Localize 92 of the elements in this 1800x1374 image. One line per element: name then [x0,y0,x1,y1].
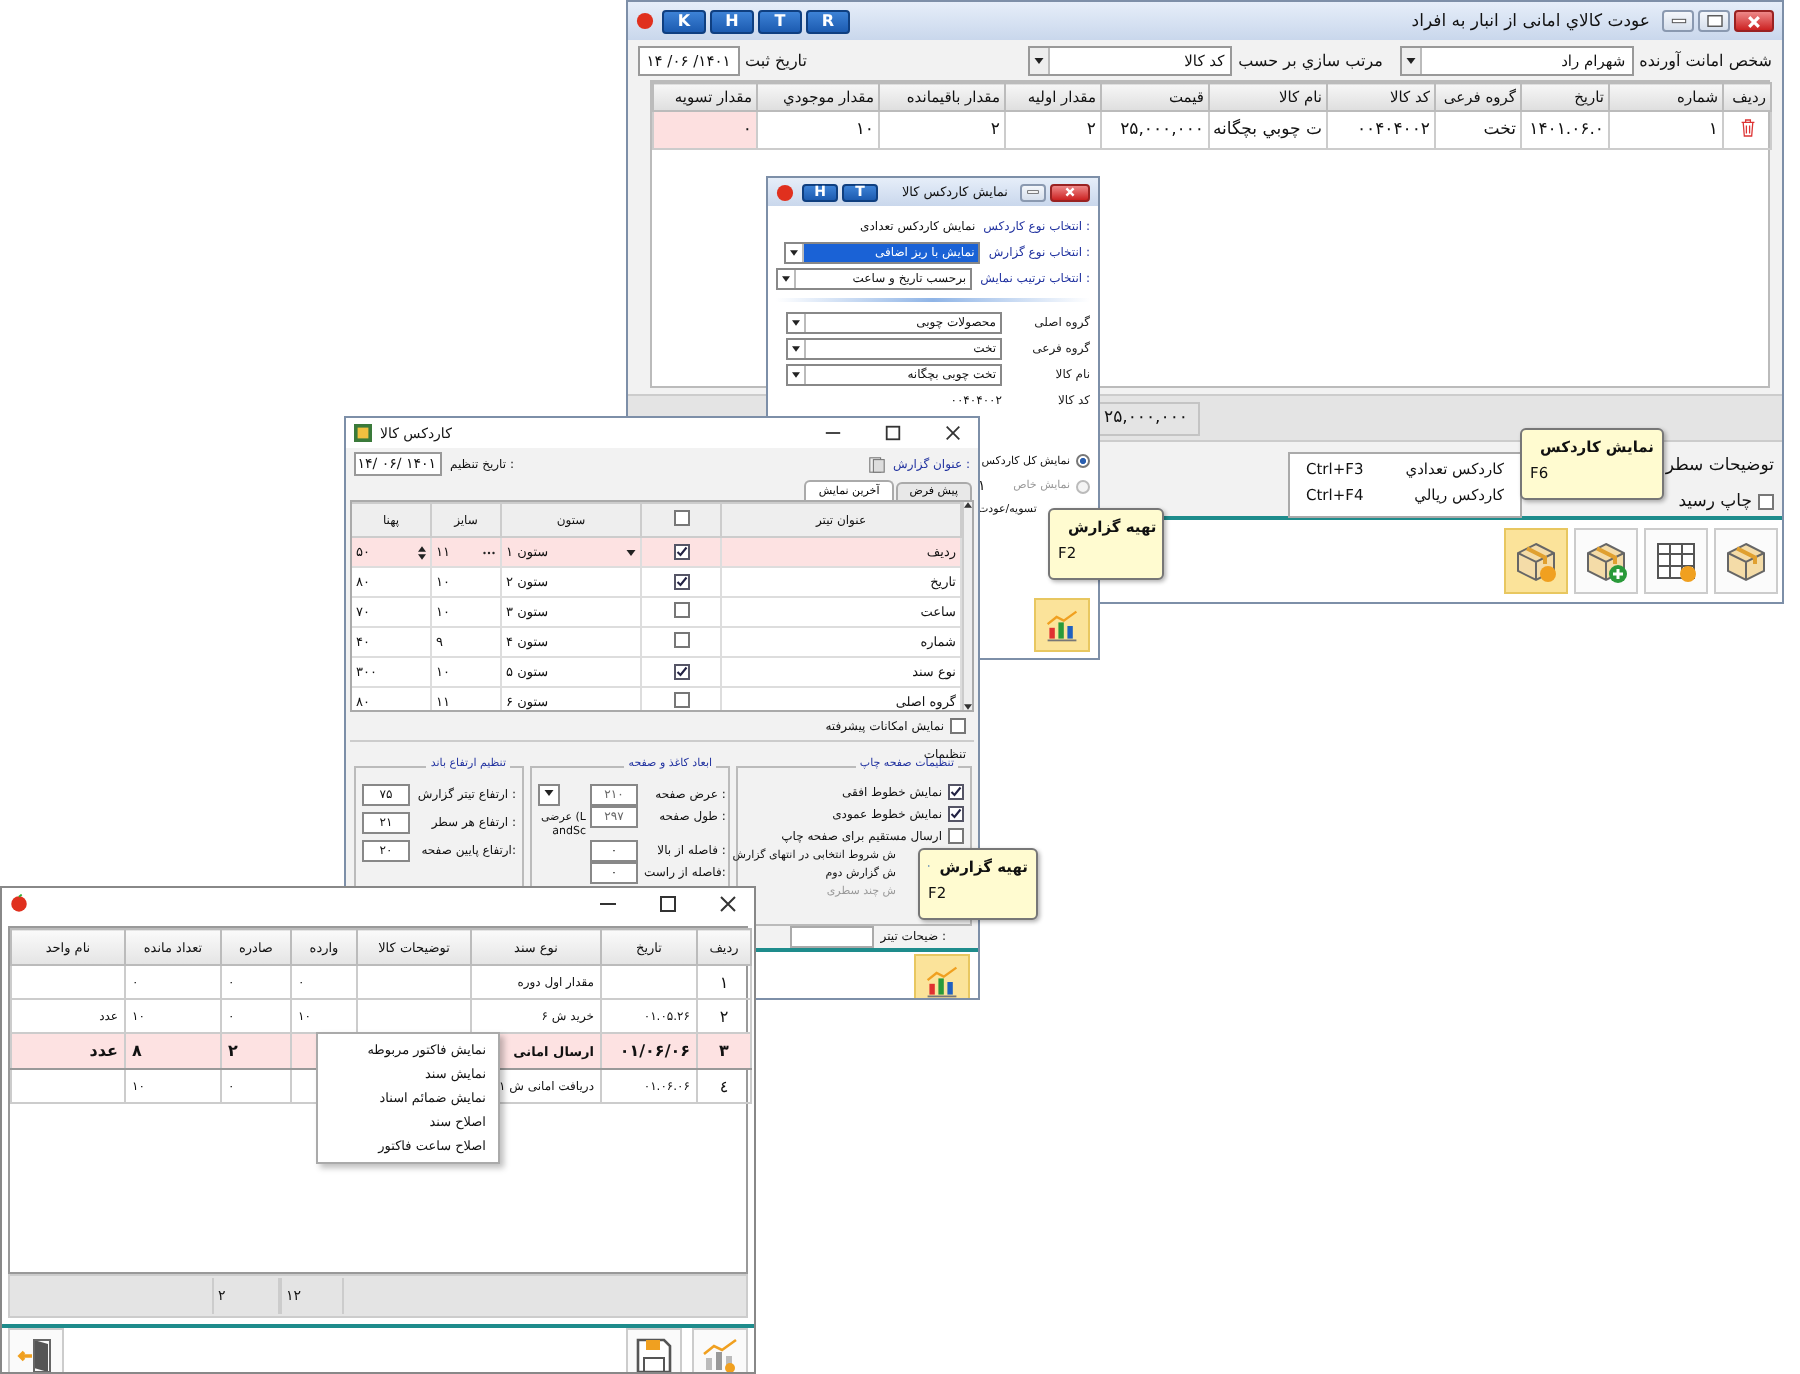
exit-button[interactable] [8,1328,64,1372]
table-cell: ت چوبي بچگانه [1209,111,1327,149]
field-label: توضیحات سطر [1665,456,1774,476]
toolbar-button[interactable] [1644,528,1708,594]
title-button[interactable]: R [806,9,850,33]
close-icon [718,893,738,913]
title-button[interactable]: K [662,9,706,33]
table-cell: ۰۰۴۰۴۰۰۲ [1327,111,1435,149]
checkbox[interactable] [948,806,964,822]
title-button[interactable]: H [710,9,754,33]
table-cell: ٤ [719,1077,729,1095]
box-icon [1722,537,1770,585]
app-icon [776,183,794,201]
caret-icon [1406,57,1417,63]
table-cell: تخت [1435,111,1521,149]
minimize-icon [1026,188,1040,196]
caret-icon [790,250,799,256]
close-button[interactable] [1734,10,1774,32]
spinner-icon[interactable] [418,545,426,559]
minimize-button[interactable] [1662,10,1694,32]
maximize-icon [883,424,901,442]
field-label: مرتب سازي بر حسب [1238,51,1383,69]
caret-icon[interactable] [626,549,636,555]
checkbox[interactable] [1758,494,1774,510]
ellipsis-icon[interactable] [482,549,496,555]
close-icon [1064,186,1076,198]
minimize-button[interactable] [1020,183,1046,201]
document-icon [867,455,886,473]
field-label: تاریخ ثبت [745,51,807,69]
maximize-icon [1705,14,1723,28]
checkbox[interactable] [948,828,964,844]
checkbox[interactable] [673,573,689,589]
box-icon [1582,537,1630,585]
checkbox[interactable] [673,602,689,618]
chart-icon [924,963,960,998]
close-icon [943,424,961,442]
app-icon [10,894,28,912]
title-button[interactable]: T [758,9,802,33]
caret-icon [792,320,800,326]
table-cell: ۱۴۰۱.۰۶.۰ [1521,111,1609,149]
chart-icon [1044,607,1080,643]
table-cell: ۸ [132,1042,142,1060]
checkbox[interactable] [948,784,964,800]
checkbox-label: چاپ رسید [1678,492,1752,512]
toolbar-button[interactable] [1504,528,1568,594]
window-title: عودت کالاي امانی از انبار به افراد [1411,11,1650,31]
table-cell: ۱ [1609,111,1723,149]
table-cell: ۲ [879,111,1005,149]
checkbox[interactable] [673,663,689,679]
table-cell: عدد [89,1042,118,1060]
checkbox[interactable] [673,692,689,708]
caret-icon [782,276,791,282]
close-icon [1746,13,1762,29]
caret-icon [792,346,800,352]
app-icon [636,12,654,30]
table-icon [1652,537,1700,585]
radio-button[interactable] [1076,454,1090,468]
checkbox[interactable] [673,510,689,526]
table-cell: ۲۵,۰۰۰,۰۰۰ [1101,111,1209,149]
scroll-down-icon [964,704,972,710]
door-icon [16,1335,56,1372]
caret-icon [1034,57,1045,63]
table-cell: ۰۱/۰۶/۰۶ [619,1042,690,1060]
app-icon [354,424,372,442]
maximize-button[interactable] [1698,10,1730,32]
close-button[interactable] [1050,183,1090,201]
table-cell: ۲ [1005,111,1101,149]
delete-icon[interactable] [1739,117,1755,137]
field-label: شخص امانت آورنده [1639,51,1772,69]
notes-field[interactable] [790,926,875,948]
chart-icon [700,1335,740,1372]
table-cell: ۲ [228,1042,238,1060]
report-button[interactable] [914,954,970,998]
table-cell: ۱ [719,973,729,991]
scrollbar[interactable] [962,502,972,710]
table-cell: ۳ [719,1042,729,1060]
maximize-icon [658,893,678,913]
save-button[interactable] [626,1328,682,1372]
checkbox[interactable] [673,632,689,648]
report-button[interactable] [692,1328,748,1372]
table-cell: ۲ [719,1007,729,1025]
toolbar-button[interactable] [1714,528,1778,594]
box-icon [1512,537,1560,585]
table-cell: ۰ [653,111,757,149]
dropdown[interactable] [538,784,560,806]
report-button[interactable] [1034,598,1090,652]
checkbox[interactable] [673,543,689,559]
checkbox[interactable] [950,718,966,734]
caret-icon [544,790,554,796]
minimize-icon [1669,16,1687,26]
toolbar-button[interactable] [1574,528,1638,594]
caret-icon [792,372,800,378]
